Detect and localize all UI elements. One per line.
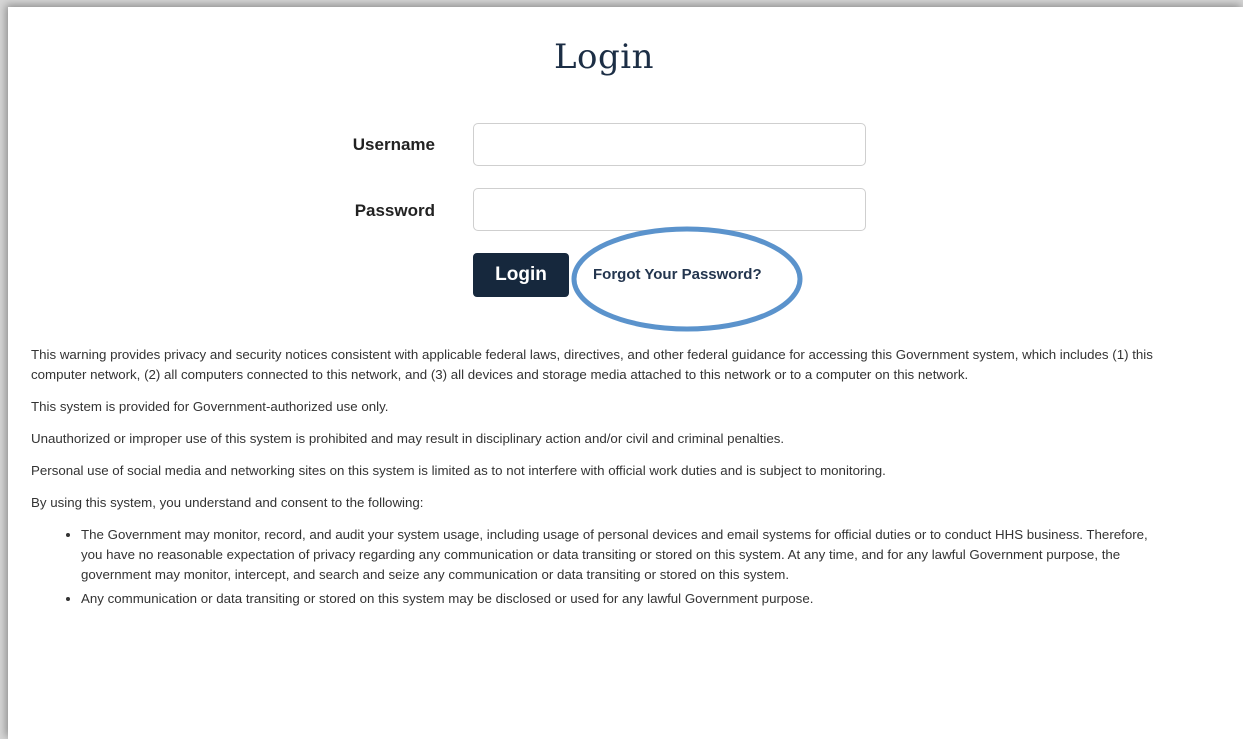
consent-list-item: The Government may monitor, record, and … bbox=[81, 525, 1161, 585]
password-label: Password bbox=[354, 201, 435, 220]
login-button[interactable]: Login bbox=[473, 253, 569, 297]
consent-list-item: Any communication or data transiting or … bbox=[81, 589, 1161, 609]
forgot-password-link[interactable]: Forgot Your Password? bbox=[593, 266, 762, 283]
password-input[interactable] bbox=[473, 188, 866, 231]
consent-list: The Government may monitor, record, and … bbox=[31, 525, 1161, 609]
notice-paragraph: This warning provides privacy and securi… bbox=[31, 347, 1153, 382]
notice-paragraph: Unauthorized or improper use of this sys… bbox=[31, 431, 785, 446]
username-input[interactable] bbox=[473, 123, 866, 166]
security-notice: This warning provides privacy and securi… bbox=[31, 345, 1161, 613]
username-label: Username bbox=[352, 135, 435, 154]
notice-paragraph: By using this system, you understand and… bbox=[31, 495, 424, 510]
notice-paragraph: Personal use of social media and network… bbox=[31, 463, 886, 478]
page-frame: Login Username Password Login Forgot You… bbox=[8, 7, 1243, 739]
notice-paragraph: This system is provided for Government-a… bbox=[31, 399, 389, 414]
page-title: Login bbox=[553, 37, 655, 77]
